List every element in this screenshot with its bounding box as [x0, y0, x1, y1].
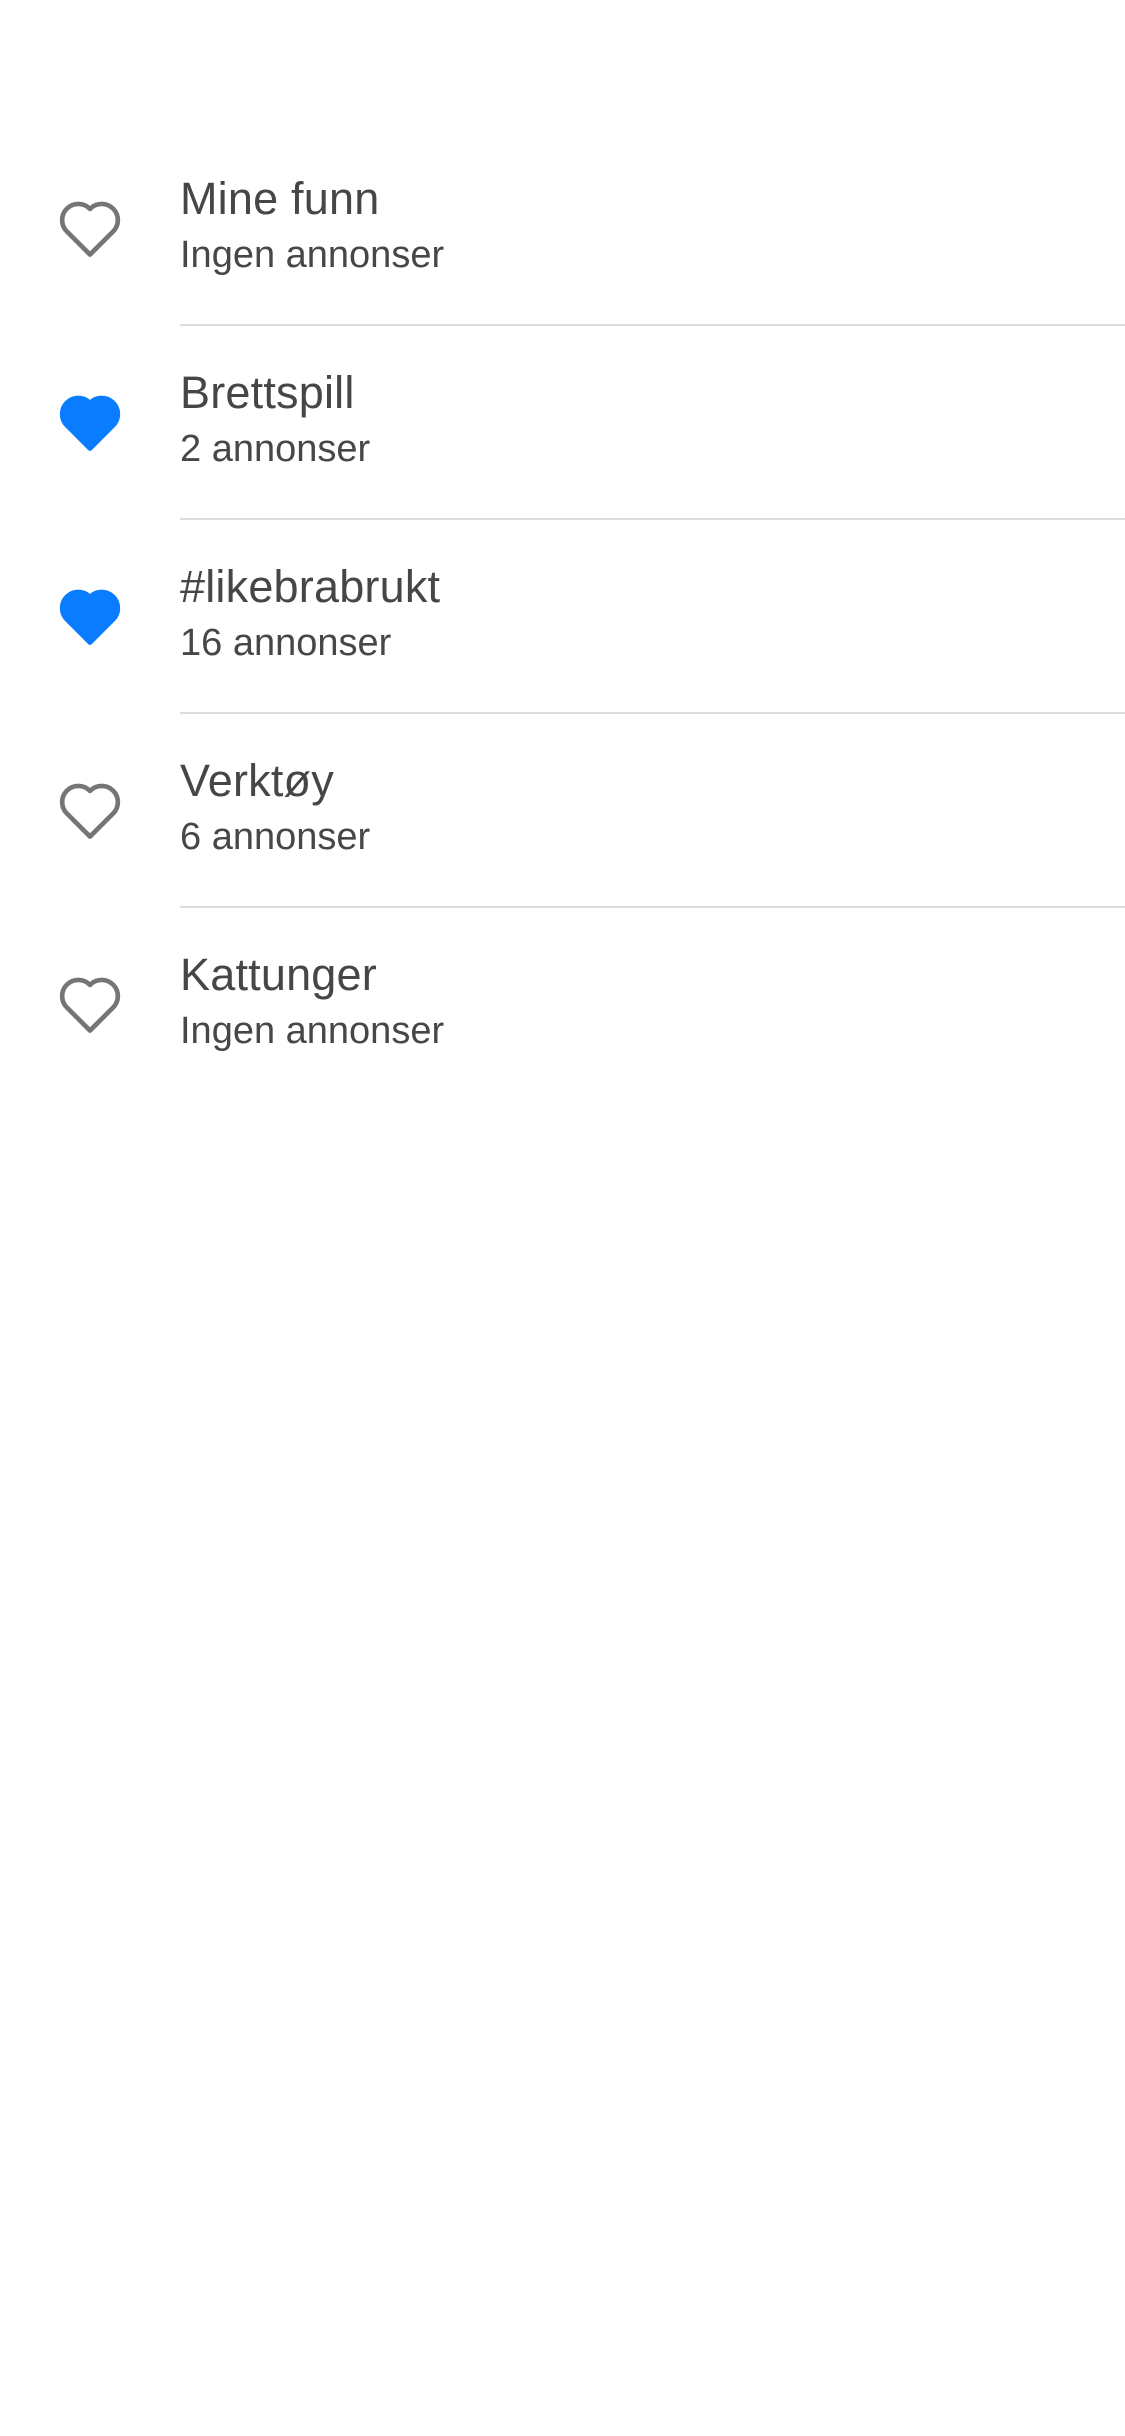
list-text: Verktøy 6 annonser [180, 754, 1125, 860]
list-text: Mine funn Ingen annonser [180, 172, 1125, 278]
heart-filled-icon[interactable] [57, 586, 123, 648]
list-count: 2 annonser [180, 428, 371, 470]
list-text: Brettspill 2 annonser [180, 366, 1125, 472]
favorites-screen: Mine funn Ingen annonser Brettspill 2 an… [0, 0, 1125, 2436]
favorite-lists: Mine funn Ingen annonser Brettspill 2 an… [0, 132, 1125, 1102]
list-count: Ingen annonser [180, 1010, 445, 1052]
list-text: Kattunger Ingen annonser [180, 948, 1125, 1054]
list-count: Ingen annonser [180, 234, 445, 276]
list-count: 16 annonser [180, 622, 392, 664]
heart-outline-icon[interactable] [57, 974, 123, 1036]
favorite-list-item[interactable]: #likebrabrukt 16 annonser [0, 520, 1125, 714]
heart-filled-icon[interactable] [57, 392, 123, 454]
favorite-list-item[interactable]: Mine funn Ingen annonser [0, 132, 1125, 326]
list-title: Verktøy [180, 755, 334, 806]
list-count: 6 annonser [180, 816, 371, 858]
heart-outline-icon[interactable] [57, 780, 123, 842]
list-title: Mine funn [180, 173, 380, 224]
list-title: Brettspill [180, 367, 355, 418]
list-text: #likebrabrukt 16 annonser [180, 560, 1125, 666]
favorite-list-item[interactable]: Brettspill 2 annonser [0, 326, 1125, 520]
heart-outline-icon[interactable] [57, 198, 123, 260]
favorite-list-item[interactable]: Verktøy 6 annonser [0, 714, 1125, 908]
list-title: Kattunger [180, 949, 377, 1000]
favorite-list-item[interactable]: Kattunger Ingen annonser [0, 908, 1125, 1102]
list-title: #likebrabrukt [180, 561, 441, 612]
